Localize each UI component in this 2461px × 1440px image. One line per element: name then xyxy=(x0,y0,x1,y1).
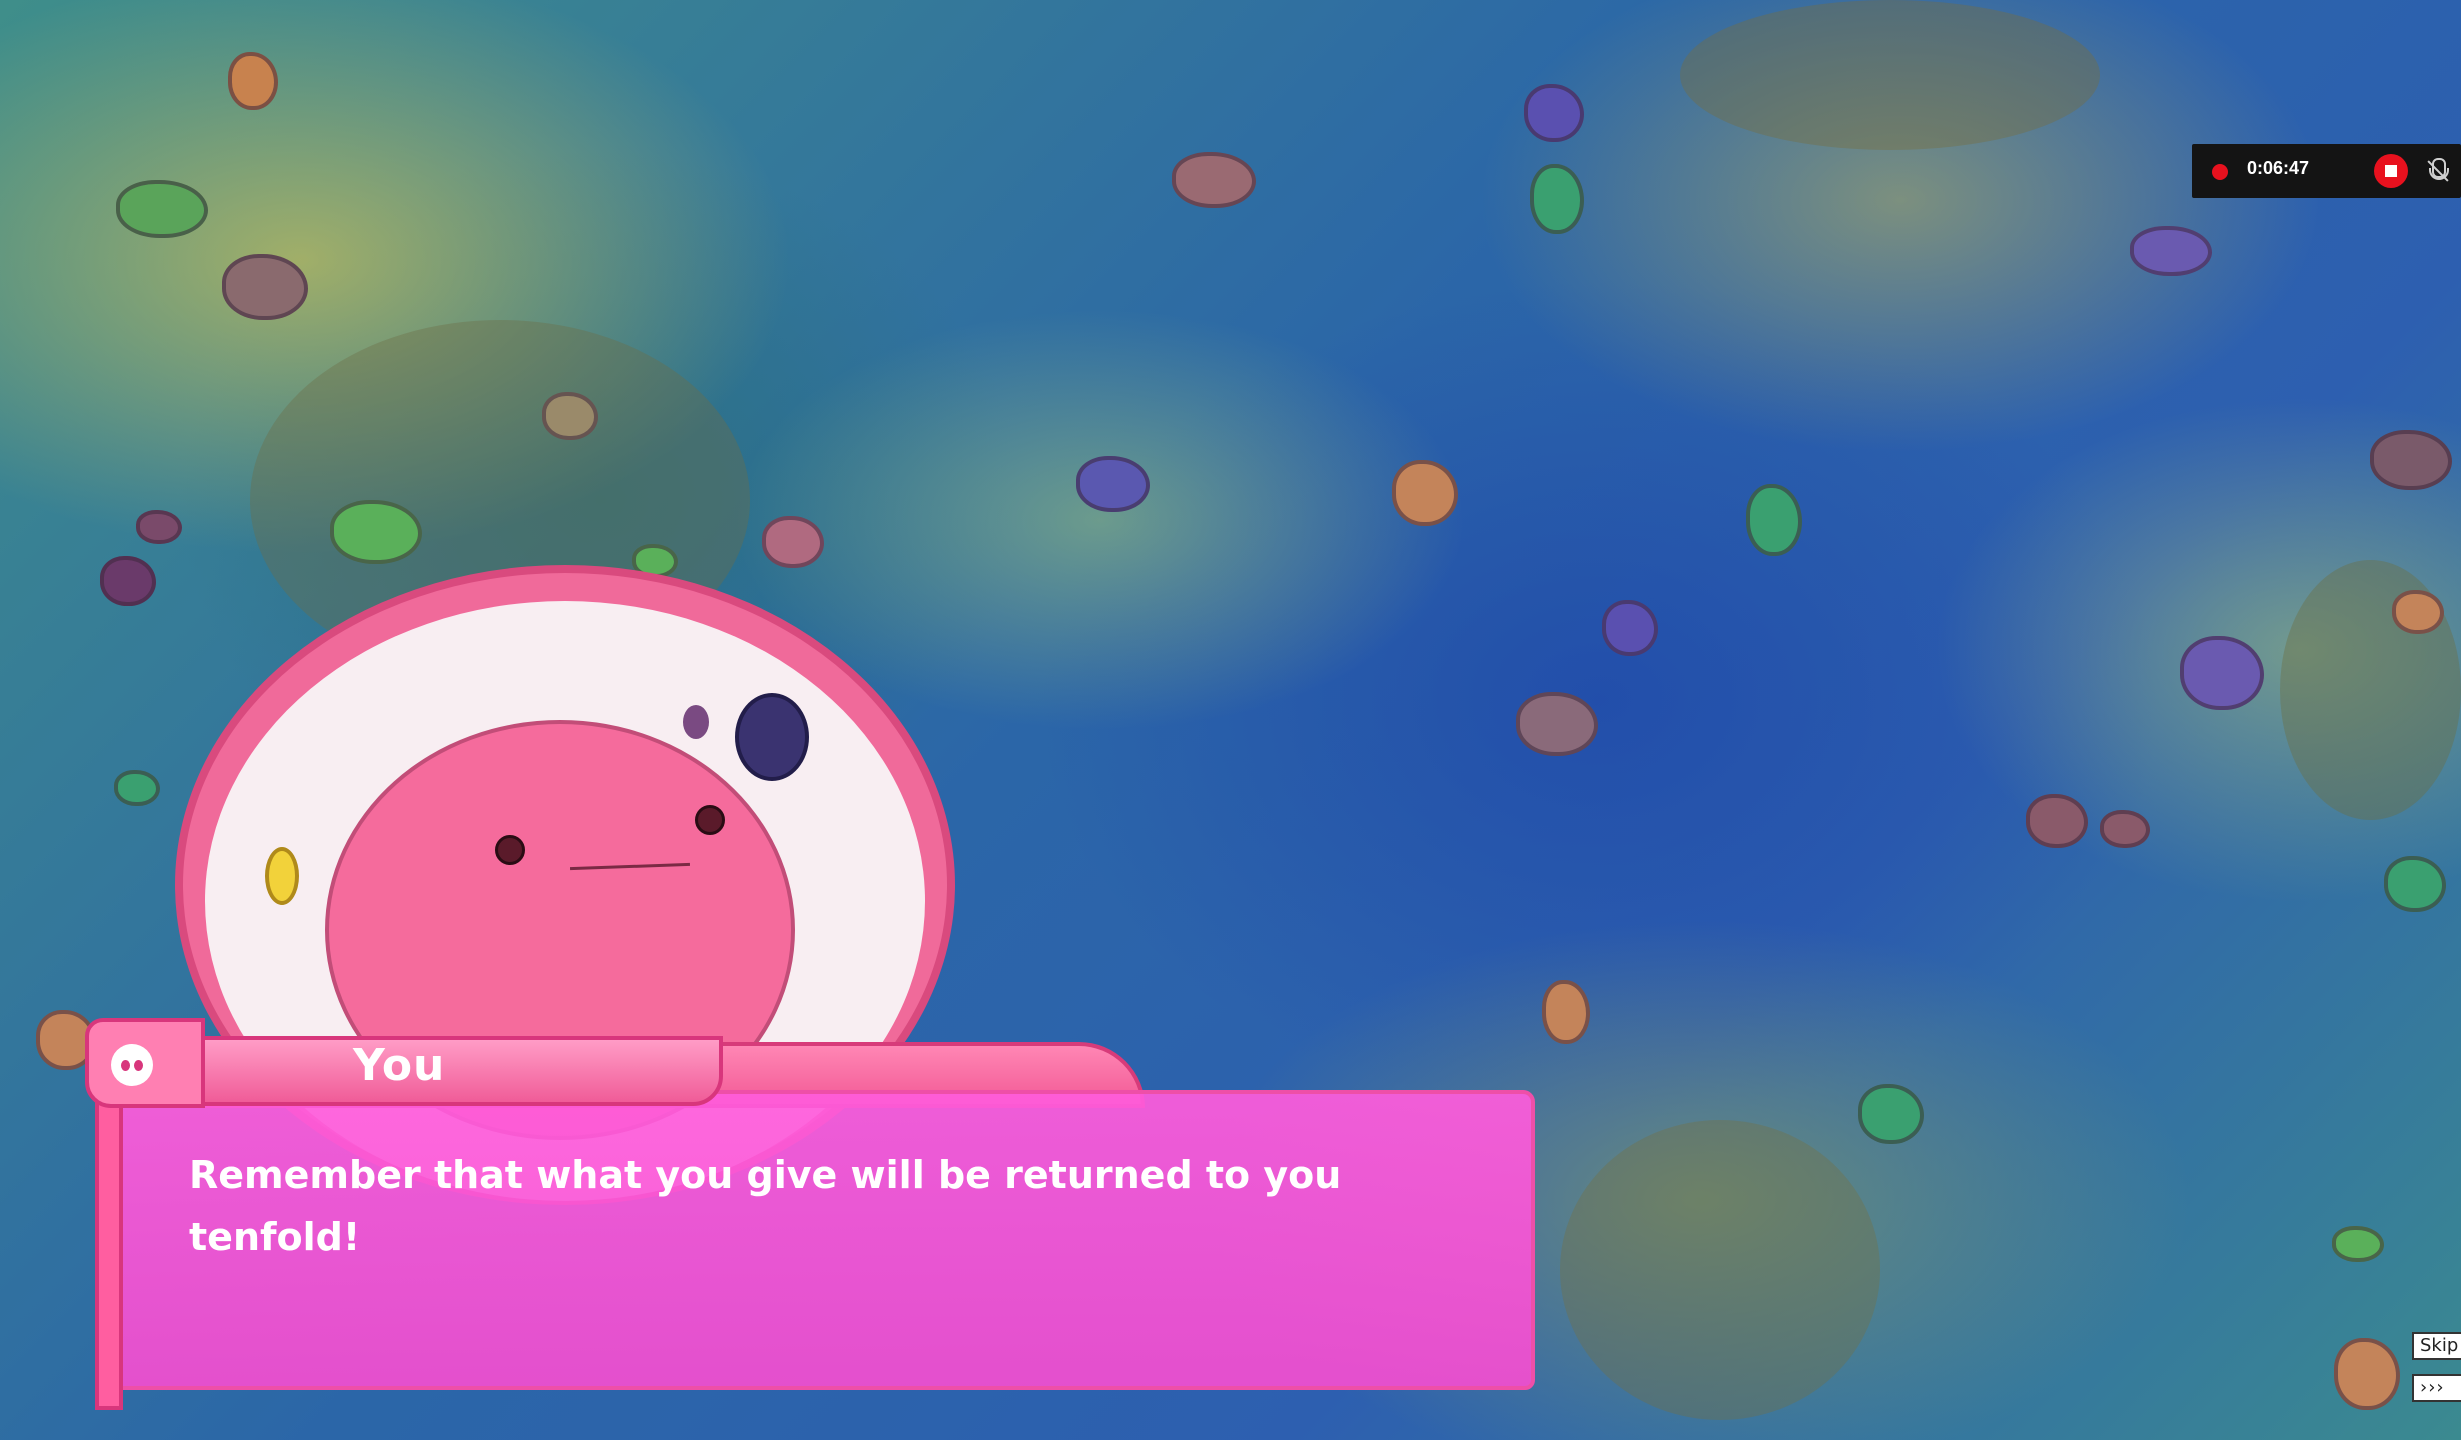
skip-button[interactable]: Skip xyxy=(2412,1332,2461,1360)
pebble xyxy=(2384,856,2446,912)
pebble xyxy=(1542,980,1590,1044)
pebble xyxy=(114,770,160,806)
face-icon-eye xyxy=(121,1060,130,1071)
stop-icon[interactable] xyxy=(2374,154,2408,188)
character-eye xyxy=(495,835,525,865)
pebble xyxy=(2334,1338,2400,1410)
pebble xyxy=(542,392,598,440)
recording-timer: 0:06:47 xyxy=(2247,158,2310,178)
character-eye xyxy=(695,805,725,835)
pebble xyxy=(1524,84,1584,142)
face-icon xyxy=(111,1044,153,1086)
pebble xyxy=(2332,1226,2384,1262)
character-spot xyxy=(265,847,299,905)
pebble xyxy=(1516,692,1598,756)
recording-toolbar: 0:06:47 xyxy=(2192,144,2461,198)
pebble xyxy=(228,52,278,110)
pebble xyxy=(100,556,156,606)
pebble xyxy=(2370,430,2452,490)
character-spot xyxy=(683,705,709,739)
record-indicator-icon xyxy=(2212,164,2228,180)
pebble xyxy=(222,254,308,320)
pebble xyxy=(2180,636,2264,710)
pebble xyxy=(116,180,208,238)
pebble xyxy=(762,516,824,568)
dialogue-left-bar xyxy=(95,1098,123,1410)
dialogue-text: Remember that what you give will be retu… xyxy=(189,1153,1342,1259)
pebble xyxy=(1602,600,1658,656)
pebble xyxy=(136,510,182,544)
fast-forward-button[interactable]: ››› xyxy=(2412,1374,2461,1402)
pebble xyxy=(1746,484,1802,556)
game-scene[interactable]: You Remember that what you give will be … xyxy=(0,0,2461,1440)
face-icon-eye xyxy=(134,1060,143,1071)
pebble xyxy=(1530,164,1584,234)
pebble xyxy=(1076,456,1150,512)
mic-muted-icon[interactable] xyxy=(2420,152,2456,190)
pebble xyxy=(1858,1084,1924,1144)
speaker-nameplate: You xyxy=(85,1018,725,1108)
speaker-icon-frame xyxy=(85,1018,205,1108)
character-spot xyxy=(735,693,809,781)
dialogue-box[interactable]: You Remember that what you give will be … xyxy=(85,1018,1535,1410)
pebble xyxy=(330,500,422,564)
pebble xyxy=(2100,810,2150,848)
background-blob xyxy=(1680,0,2100,150)
background-blob xyxy=(1560,1120,1880,1420)
pebble xyxy=(1172,152,1256,208)
speaker-name: You xyxy=(353,1040,446,1091)
pebble xyxy=(2026,794,2088,848)
pebble xyxy=(2392,590,2444,634)
pebble xyxy=(2130,226,2212,276)
pebble xyxy=(1392,460,1458,526)
